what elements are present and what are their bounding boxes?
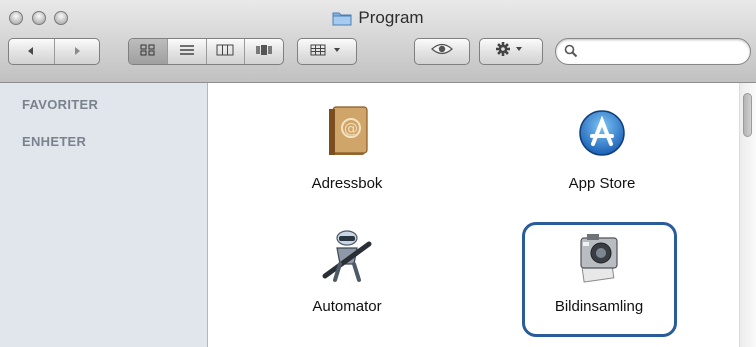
chevron-left-icon <box>26 43 36 61</box>
app-item-app-store[interactable]: App Store <box>527 83 677 193</box>
window-title-area: Program <box>0 6 756 30</box>
list-view-button[interactable] <box>166 39 206 64</box>
search-field[interactable] <box>555 38 751 65</box>
gear-icon <box>494 41 528 62</box>
address-book-icon: @ <box>321 103 373 163</box>
app-store-icon <box>576 103 628 163</box>
back-forward-control <box>8 38 100 65</box>
eye-icon <box>431 42 453 61</box>
icon-view-icon <box>140 43 156 61</box>
sidebar-section-favorites[interactable]: FAVORITER <box>22 97 98 112</box>
app-item-automator[interactable]: Automator <box>272 206 422 316</box>
icon-view-button[interactable] <box>129 39 167 64</box>
app-item-label: Automator <box>312 298 382 315</box>
list-view-icon <box>179 43 195 61</box>
cover-flow-button[interactable] <box>244 39 283 64</box>
action-menu-button[interactable] <box>479 38 543 65</box>
back-button[interactable] <box>9 39 54 64</box>
selection-highlight <box>522 222 677 337</box>
cover-flow-icon <box>255 43 273 61</box>
forward-button[interactable] <box>53 39 100 64</box>
app-item-adressbok[interactable]: @ Adressbok <box>272 83 422 193</box>
window-title: Program <box>358 8 424 27</box>
scrollbar-thumb[interactable] <box>743 93 752 137</box>
column-view-button[interactable] <box>205 39 245 64</box>
app-item-label: App Store <box>568 175 636 192</box>
search-icon <box>564 44 578 63</box>
chevron-right-icon <box>72 43 82 61</box>
toolbar: Program <box>0 0 756 83</box>
search-input[interactable] <box>584 42 748 63</box>
quick-look-button[interactable] <box>414 38 470 65</box>
arrange-grid-icon <box>310 43 344 61</box>
sidebar-section-devices[interactable]: ENHETER <box>22 134 86 149</box>
arrange-button[interactable] <box>297 38 357 65</box>
svg-text:@: @ <box>344 121 358 137</box>
folder-icon <box>332 10 352 26</box>
finder-window: Program FAVORITER ENHETER @ Adressbok Ap… <box>0 0 756 347</box>
vertical-scrollbar[interactable] <box>739 83 756 347</box>
automator-robot-icon <box>321 226 373 286</box>
column-view-icon <box>216 43 234 61</box>
view-mode-control <box>128 38 284 65</box>
sidebar: FAVORITER ENHETER <box>0 83 208 347</box>
app-item-label: Adressbok <box>311 175 383 192</box>
